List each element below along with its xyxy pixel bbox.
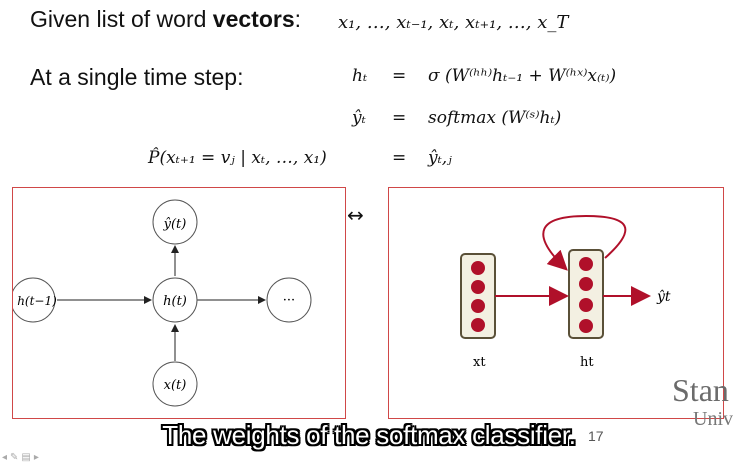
vector-list-math: x₁, …, xₜ₋₁, xₜ, xₜ₊₁, …, x_T bbox=[338, 12, 569, 33]
node-next-label: ··· bbox=[283, 293, 295, 308]
label-xt: xt bbox=[473, 355, 486, 370]
input-neuron-3 bbox=[471, 299, 485, 313]
eq1-eq: = bbox=[392, 66, 407, 86]
label-ht: ht bbox=[580, 355, 594, 370]
eq2-rhs: softmax (W⁽ˢ⁾hₜ) bbox=[428, 108, 562, 128]
node-h-label: h(t) bbox=[163, 294, 187, 309]
slideshow-toolbar: ◂ ✎ ▤ ▸ bbox=[2, 452, 39, 463]
hidden-neuron-1 bbox=[579, 257, 593, 271]
vectors-bold: vectors bbox=[212, 6, 295, 32]
vectors-heading: Given list of word vectors: bbox=[30, 6, 301, 33]
vectors-colon: : bbox=[294, 6, 302, 32]
eq1-lhs: hₜ bbox=[352, 66, 368, 86]
hidden-neuron-2 bbox=[579, 277, 593, 291]
vectors-heading-text: Given list of word bbox=[30, 6, 213, 32]
unrolled-rnn-diagram: ŷ(t) h(t−1) h(t) ··· x(t) bbox=[10, 187, 346, 419]
stanford-logo-text: Stan bbox=[672, 372, 729, 408]
node-hprev-label: h(t−1) bbox=[17, 294, 57, 308]
eq3-lhs: P̂(xₜ₊₁ = vⱼ | xₜ, …, x₁) bbox=[148, 148, 327, 168]
pen-icon[interactable]: ✎ bbox=[10, 452, 18, 463]
eq2-eq: = bbox=[392, 108, 407, 128]
node-y-label: ŷ(t) bbox=[163, 217, 187, 232]
hidden-neuron-4 bbox=[579, 319, 593, 333]
bidirectional-arrow-icon: ↔ bbox=[347, 203, 364, 227]
prev-icon[interactable]: ◂ bbox=[2, 452, 7, 463]
input-neuron-1 bbox=[471, 261, 485, 275]
eq1-rhs: σ (W⁽ʰʰ⁾hₜ₋₁ + W⁽ʰˣ⁾x₍ₜ₎) bbox=[428, 66, 617, 86]
node-x-label: x(t) bbox=[164, 378, 187, 393]
unrolled-rnn-svg: ŷ(t) h(t−1) h(t) ··· x(t) bbox=[10, 199, 312, 407]
eq2-lhs: ŷₜ bbox=[352, 108, 366, 128]
subtitle-caption: The weights of the softmax classifier. bbox=[162, 420, 576, 450]
input-neuron-4 bbox=[471, 318, 485, 332]
eq3-rhs: ŷₜ,ⱼ bbox=[428, 148, 452, 168]
label-yt: ŷt bbox=[656, 288, 671, 305]
menu-icon[interactable]: ▤ bbox=[21, 452, 30, 463]
hidden-neuron-3 bbox=[579, 298, 593, 312]
input-neuron-2 bbox=[471, 280, 485, 294]
next-icon[interactable]: ▸ bbox=[34, 452, 39, 463]
eq3-eq: = bbox=[392, 148, 407, 168]
timestep-heading: At a single time step: bbox=[30, 64, 244, 90]
